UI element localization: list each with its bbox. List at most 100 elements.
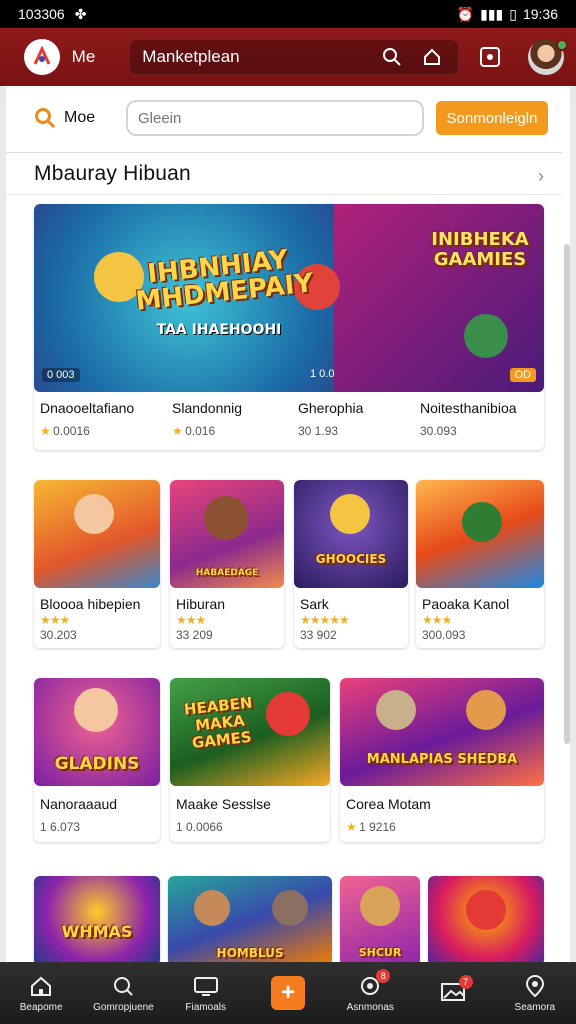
game-meta: 1 6.073 (40, 820, 81, 834)
marketplace-search[interactable]: Manketplean (129, 39, 459, 75)
character-icon (194, 890, 230, 926)
plus-icon: + (270, 976, 305, 1010)
game-card[interactable]: SHCUR (340, 876, 420, 962)
hero-badge-right: OD (509, 368, 536, 382)
character-icon (204, 496, 248, 540)
character-icon (464, 314, 508, 358)
rating-stars: ★★★ (422, 613, 452, 627)
search-icon (109, 973, 137, 999)
status-time-right: 19:36 (522, 6, 558, 22)
hero-item-name[interactable]: Slandonnig (172, 400, 242, 416)
rating-stars: ★★★★★ (300, 613, 350, 627)
game-card[interactable] (428, 876, 544, 962)
game-card[interactable]: GLADINS Nanoraaaud 1 6.073 (34, 678, 160, 842)
nav-item-search[interactable]: Gomropjuene (85, 973, 161, 1013)
game-card[interactable]: Paoaka Kanol ★★★ 300.093 (416, 480, 544, 648)
game-caption: WHMAS (61, 922, 133, 941)
game-thumbnail[interactable]: HABAEDAGE (170, 480, 284, 588)
game-card[interactable]: HOMBLUS (168, 876, 332, 962)
game-thumbnail[interactable]: GLADINS (34, 678, 160, 786)
hero-item-name[interactable]: Noitesthanibioa (420, 400, 517, 416)
star-icon: ★ (40, 424, 51, 438)
search-icon (35, 108, 56, 129)
search-submit-button[interactable]: Sonmonleigln (436, 101, 548, 135)
nav-item-gallery[interactable]: 7 (415, 974, 491, 1008)
hero-item-name[interactable]: Gherophia (298, 400, 363, 416)
game-title: Maake Sesslse (176, 796, 271, 812)
game-caption: GHOOCIES (315, 552, 387, 566)
more-button[interactable]: Moe (34, 107, 126, 129)
battery-icon: ▯ (509, 5, 517, 22)
nav-item-label: Fiamoals (185, 1002, 226, 1013)
game-thumbnail[interactable]: HOMBLUS (168, 876, 332, 962)
search-input[interactable] (126, 100, 424, 136)
hero-item-meta: ★ 0.0016 (40, 424, 90, 438)
character-icon (360, 886, 400, 926)
game-caption: SHCUR (358, 946, 402, 959)
game-meta: 300.093 (422, 628, 466, 642)
brand-label: Me (71, 47, 96, 66)
hero-item-meta: 30 1.93 (298, 424, 339, 438)
search-icon[interactable] (378, 43, 406, 71)
character-icon (272, 890, 308, 926)
home-icon[interactable] (418, 43, 446, 71)
home-icon (27, 973, 55, 999)
hero-item-name[interactable]: Dnaooeltafiano (40, 400, 134, 416)
game-card[interactable]: HEABEN MAKA GAMES Maake Sesslse 1 0.0066 (170, 678, 330, 842)
location-icon (521, 973, 549, 999)
hero-headline: IHBNHIAY MHDMEPAIY (134, 244, 315, 317)
hero-badge-mid: 1 0.0 (310, 368, 335, 380)
game-thumbnail[interactable]: MANLAPIAS SHEDBA (340, 678, 544, 786)
nav-item-label: Beapome (19, 1002, 63, 1013)
nav-item-location[interactable]: Seamora (497, 973, 573, 1013)
nav-item-monitor[interactable]: Fiamoals (168, 973, 244, 1013)
nav-item-create[interactable]: + (250, 976, 326, 1010)
game-card[interactable]: HABAEDAGE Hiburan ★★★ 33 209 (170, 480, 284, 648)
nav-item-activity[interactable]: 8 Asnmonas (332, 969, 408, 1013)
notification-icon: ✤ (74, 5, 87, 22)
nav-item-label: Gomropjuene (93, 1002, 154, 1013)
game-title: Bloooa hibepien (40, 596, 141, 612)
game-caption: HEABEN MAKA GAMES (183, 693, 254, 752)
game-card[interactable]: GHOOCIES Sark ★★★★★ 33 902 (294, 480, 408, 648)
hero-item-meta: 30.093 (420, 424, 457, 438)
game-card[interactable]: WHMAS (34, 876, 160, 962)
status-bar: 103306 ✤ ⏰ ▮▮▮ ▯ 19:36 (0, 0, 576, 28)
hero-item-meta-value: 0.0016 (53, 424, 90, 438)
chevron-right-icon[interactable]: › (538, 166, 544, 187)
game-meta: 1 0.0066 (176, 820, 223, 834)
game-thumbnail[interactable] (416, 480, 544, 588)
star-icon: ★ (346, 820, 357, 834)
game-card[interactable]: MANLAPIAS SHEDBA Corea Motam ★ 1 9216 (340, 678, 544, 842)
game-thumbnail[interactable] (428, 876, 544, 962)
game-card[interactable]: Bloooa hibepien ★★★ 30.203 (34, 480, 160, 648)
game-title: Sark (300, 596, 329, 612)
character-icon (466, 690, 506, 730)
character-icon (266, 692, 310, 736)
nav-item-label: Seamora (514, 1002, 556, 1013)
game-title: Corea Motam (346, 796, 431, 812)
hero-card[interactable]: IHBNHIAY MHDMEPAIY TAA IHAEHOOHI INIBHEK… (34, 204, 544, 450)
game-thumbnail[interactable]: SHCUR (340, 876, 420, 962)
game-title: Paoaka Kanol (422, 596, 510, 612)
game-caption: GLADINS (54, 754, 140, 774)
record-icon[interactable] (477, 43, 505, 71)
game-thumbnail[interactable]: GHOOCIES (294, 480, 408, 588)
game-title: Hiburan (176, 596, 226, 612)
hero-banner[interactable]: IHBNHIAY MHDMEPAIY TAA IHAEHOOHI INIBHEK… (34, 204, 544, 392)
game-thumbnail[interactable] (34, 480, 160, 588)
character-icon (74, 688, 118, 732)
more-label: Moe (64, 109, 96, 126)
notification-badge: 8 (376, 969, 391, 983)
scrollbar[interactable] (564, 244, 570, 744)
avatar[interactable] (528, 39, 568, 75)
bottom-nav: Beapome Gomropjuene Fiamoals + 8 Asnmona… (0, 962, 576, 1024)
app-logo[interactable] (24, 39, 60, 75)
nav-item-home[interactable]: Beapome (3, 973, 79, 1013)
game-thumbnail[interactable]: WHMAS (34, 876, 160, 962)
game-meta: 33 209 (176, 628, 213, 642)
character-icon (466, 890, 506, 930)
divider (6, 194, 562, 195)
game-thumbnail[interactable]: HEABEN MAKA GAMES (170, 678, 330, 786)
marketplace-search-text: Manketplean (142, 47, 240, 66)
